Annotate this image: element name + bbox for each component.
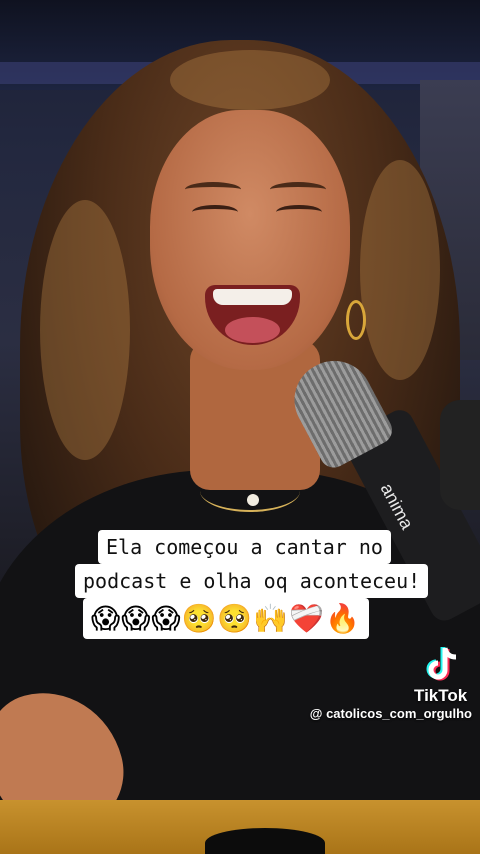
- hair-highlight: [40, 200, 130, 460]
- left-eyebrow: [185, 182, 241, 197]
- caption-line-2: podcast e olha oq aconteceu!: [75, 564, 429, 598]
- caption-box: Ela começou a cantar no podcast e olha o…: [75, 530, 429, 639]
- hoop-earring: [346, 300, 366, 340]
- right-eye-closed: [276, 205, 322, 219]
- pearl-pendant: [247, 494, 259, 506]
- tiktok-wordmark: TikTok: [414, 686, 468, 705]
- video-frame[interactable]: anima Ela começou a cantar no podcast e …: [0, 0, 480, 854]
- necklace: [200, 470, 300, 512]
- caption-line-1: Ela começou a cantar no: [98, 530, 391, 564]
- hair-highlight: [170, 50, 330, 110]
- mug: [205, 828, 325, 854]
- left-eye-closed: [192, 205, 238, 219]
- tongue: [225, 317, 280, 343]
- second-microphone: [440, 400, 480, 510]
- teeth: [213, 289, 292, 305]
- right-eyebrow: [270, 182, 326, 197]
- hair-highlight: [360, 160, 440, 380]
- tiktok-icon: [426, 647, 457, 681]
- creator-handle[interactable]: @ catolicos_com_orgulho: [310, 706, 472, 721]
- caption-emojis: 😱😱😱🥺🥺🙌❤️‍🩹🔥: [83, 598, 369, 639]
